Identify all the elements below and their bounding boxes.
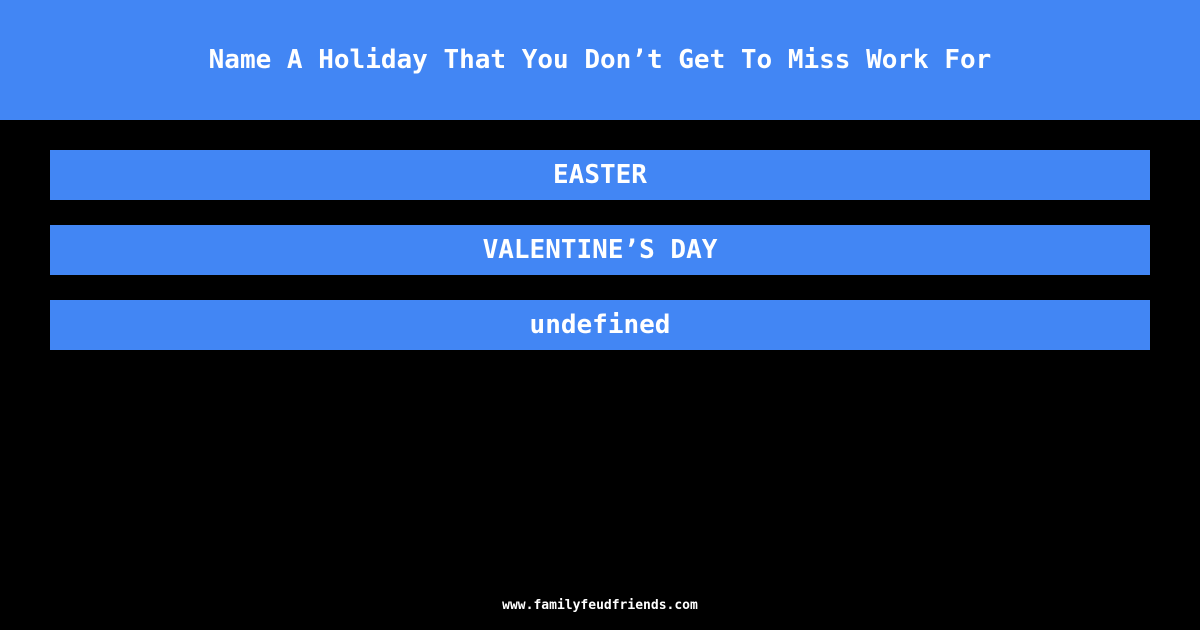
answer-label: undefined: [529, 310, 671, 340]
answer-label: EASTER: [553, 160, 647, 190]
answer-bar: VALENTINE’S DAY: [50, 225, 1150, 275]
answer-bar: EASTER: [50, 150, 1150, 200]
answer-bar: undefined: [50, 300, 1150, 350]
answer-label: VALENTINE’S DAY: [482, 235, 718, 265]
footer-url: www.familyfeudfriends.com: [502, 598, 698, 613]
question-title: Name A Holiday That You Don’t Get To Mis…: [208, 45, 992, 75]
question-header: Name A Holiday That You Don’t Get To Mis…: [0, 0, 1200, 120]
